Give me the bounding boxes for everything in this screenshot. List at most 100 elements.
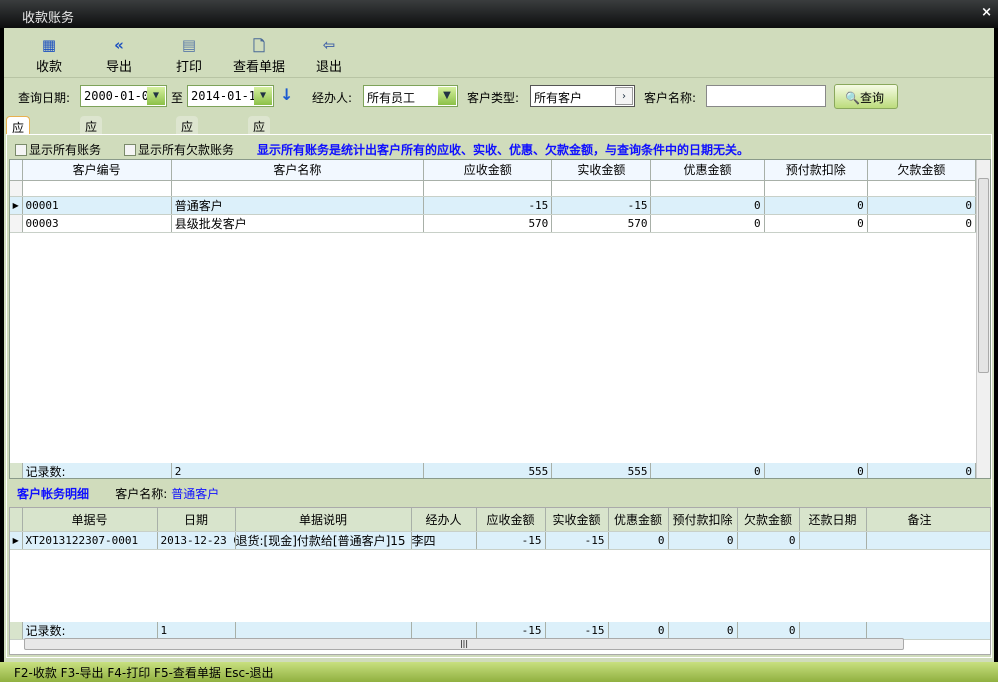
show-all-checkbox[interactable]: 显示所有账务 — [15, 141, 101, 158]
tab-receivable-reconciliation[interactable]: 应收款对账 — [248, 116, 271, 202]
col-discount[interactable]: 优惠金额 — [608, 508, 669, 532]
col-date[interactable]: 日期 — [157, 508, 236, 532]
cell: 2013-12-23 09 — [157, 531, 236, 550]
col-receivable[interactable]: 应收金额 — [476, 508, 546, 532]
col-bill-no[interactable]: 单据号 — [22, 508, 158, 532]
cell: 570 — [423, 214, 553, 233]
chevron-right-icon[interactable]: › — [615, 87, 633, 105]
customer-type-label: 客户类型: — [467, 91, 520, 105]
date-to-picker[interactable]: 2014-01-11 ▼ — [187, 85, 274, 107]
col-received[interactable]: 实收金额 — [551, 160, 652, 181]
footer-row: 记录数: 2 555 555 0 0 0 — [10, 463, 977, 478]
scroll-thumb[interactable] — [978, 178, 989, 373]
tab-receivable-bill-detail[interactable]: 应收单明细 — [176, 116, 199, 202]
col-discount[interactable]: 优惠金额 — [650, 160, 765, 181]
chevron-down-icon[interactable]: ▼ — [147, 87, 165, 105]
col-received[interactable]: 实收金额 — [545, 508, 609, 532]
cell: -15 — [476, 622, 546, 640]
row-indicator-icon: ▶ — [10, 196, 23, 215]
cell: 0 — [867, 196, 977, 215]
cell: -15 — [545, 531, 609, 550]
query-button[interactable]: 🔍查询 — [834, 84, 898, 109]
cell: 李四 — [411, 531, 477, 550]
cell: 0 — [764, 214, 868, 233]
show-debt-checkbox[interactable]: 显示所有欠款账务 — [124, 141, 234, 158]
date-from-picker[interactable]: 2000-01-01 ▼ — [80, 85, 167, 107]
handler-label: 经办人: — [312, 91, 353, 105]
to-label: 至 — [171, 91, 184, 105]
cell: 570 — [551, 214, 652, 233]
cell: 0 — [608, 531, 669, 550]
col-customer-code[interactable]: 客户编号 — [22, 160, 172, 181]
cell: 2 — [171, 463, 425, 478]
collect-button[interactable]: ▦ 收款 — [14, 36, 84, 75]
date-label: 查询日期: — [18, 91, 71, 105]
handler-select[interactable]: 所有员工 ▼ — [363, 85, 458, 107]
main-window: ▦ 收款 «导出 ▤ 打印 🗋 查看单据 ⇦ 退出 查询日期: 2000-01-01 ▼ … — [4, 28, 994, 662]
document-search-icon: 🗋 — [252, 37, 266, 55]
col-remark[interactable]: 备注 — [866, 508, 990, 532]
horizontal-scrollbar[interactable]: ||| — [24, 638, 904, 650]
table-row[interactable]: 00003 县级批发客户 570 570 0 0 0 — [10, 214, 977, 233]
cell: 0 — [867, 463, 977, 478]
info-note: 显示所有账务是统计出客户所有的应收、实收、优惠、欠款金额，与查询条件中的日期无关… — [257, 143, 750, 157]
cell — [799, 622, 867, 640]
cell: -15 — [551, 196, 652, 215]
export-button[interactable]: «导出 — [84, 36, 154, 75]
col-prepay-deduct[interactable]: 预付款扣除 — [668, 508, 738, 532]
customer-type-select[interactable]: 所有客户 › — [530, 85, 635, 107]
tab-receivable-detail-ledger[interactable]: 应收实收明细账 — [80, 116, 103, 236]
col-repay-date[interactable]: 还款日期 — [799, 508, 867, 532]
col-debt[interactable]: 欠款金额 — [867, 160, 977, 181]
cell: 0 — [650, 214, 765, 233]
arrow-down-icon[interactable]: ↓ — [280, 85, 293, 104]
vertical-scrollbar[interactable] — [976, 160, 990, 478]
col-receivable[interactable]: 应收金额 — [423, 160, 553, 181]
cell: 1 — [157, 622, 236, 640]
row-indicator-icon: ▶ — [10, 531, 23, 550]
customer-name-input[interactable] — [706, 85, 826, 107]
close-button[interactable]: × — [981, 5, 992, 20]
cell: 0 — [867, 214, 977, 233]
detail-grid[interactable]: 单据号 日期 单据说明 经办人 应收金额 实收金额 优惠金额 预付款扣除 欠款金额 还款日期 备注 … — [9, 507, 991, 655]
cell: 0 — [737, 622, 800, 640]
cell: 555 — [423, 463, 553, 478]
stats-panel: 显示所有账务 显示所有欠款账务 显示所有账务是统计出客户所有的应收、实收、优惠、… — [6, 134, 992, 658]
table-row[interactable]: ▶ XT2013122307-00012013-12-23 09退货:[现金]付… — [10, 531, 990, 550]
tab-receivable-stats[interactable]: 应收款统计 — [6, 116, 31, 203]
cell: 普通客户 — [171, 196, 425, 215]
summary-grid[interactable]: 客户编号 客户名称 应收金额 实收金额 优惠金额 预付款扣除 欠款金额 ▶ 00001 普通客… — [9, 159, 991, 479]
cell: 0 — [668, 531, 738, 550]
cell: 退货:[现金]付款给[普通客户]15 — [235, 531, 412, 550]
toolbar: ▦ 收款 «导出 ▤ 打印 🗋 查看单据 ⇦ 退出 — [4, 28, 994, 78]
col-customer-name[interactable]: 客户名称 — [171, 160, 425, 181]
footer-row: 记录数: 1 -15 -15 0 0 0 — [10, 622, 990, 640]
cell — [866, 531, 990, 550]
calendar-icon: ▦ — [41, 36, 57, 54]
detail-customer-label: 客户名称: — [115, 487, 168, 501]
cell: 0 — [608, 622, 669, 640]
detail-customer-value: 普通客户 — [171, 487, 220, 501]
window-title: 收款账务 — [22, 11, 75, 26]
cell: 00003 — [22, 214, 172, 233]
filter-row[interactable] — [10, 180, 977, 197]
header-row: 单据号 日期 单据说明 经办人 应收金额 实收金额 优惠金额 预付款扣除 欠款金额 还款日期 备注 — [10, 508, 990, 532]
col-handler[interactable]: 经办人 — [411, 508, 477, 532]
view-document-button[interactable]: 🗋 查看单据 — [224, 36, 294, 75]
title-bar: 收款账务 × — [0, 0, 998, 28]
table-row[interactable]: ▶ 00001 普通客户 -15 -15 0 0 0 — [10, 196, 977, 215]
filter-bar: 查询日期: 2000-01-01 ▼ 至 2014-01-11 ▼ ↓ 经办人: 所… — [4, 80, 994, 114]
cell: 0 — [650, 196, 765, 215]
col-bill-desc[interactable]: 单据说明 — [235, 508, 412, 532]
cell: 0 — [764, 196, 868, 215]
header-row: 客户编号 客户名称 应收金额 实收金额 优惠金额 预付款扣除 欠款金额 — [10, 160, 977, 181]
exit-button[interactable]: ⇦ 退出 — [294, 36, 364, 75]
cell: -15 — [476, 531, 546, 550]
cell: 555 — [551, 463, 652, 478]
print-button[interactable]: ▤ 打印 — [154, 36, 224, 75]
chevron-down-icon[interactable]: ▼ — [254, 87, 272, 105]
cell — [411, 622, 477, 640]
chevron-down-icon[interactable]: ▼ — [438, 87, 456, 105]
col-prepay-deduct[interactable]: 预付款扣除 — [764, 160, 868, 181]
col-debt[interactable]: 欠款金额 — [737, 508, 800, 532]
